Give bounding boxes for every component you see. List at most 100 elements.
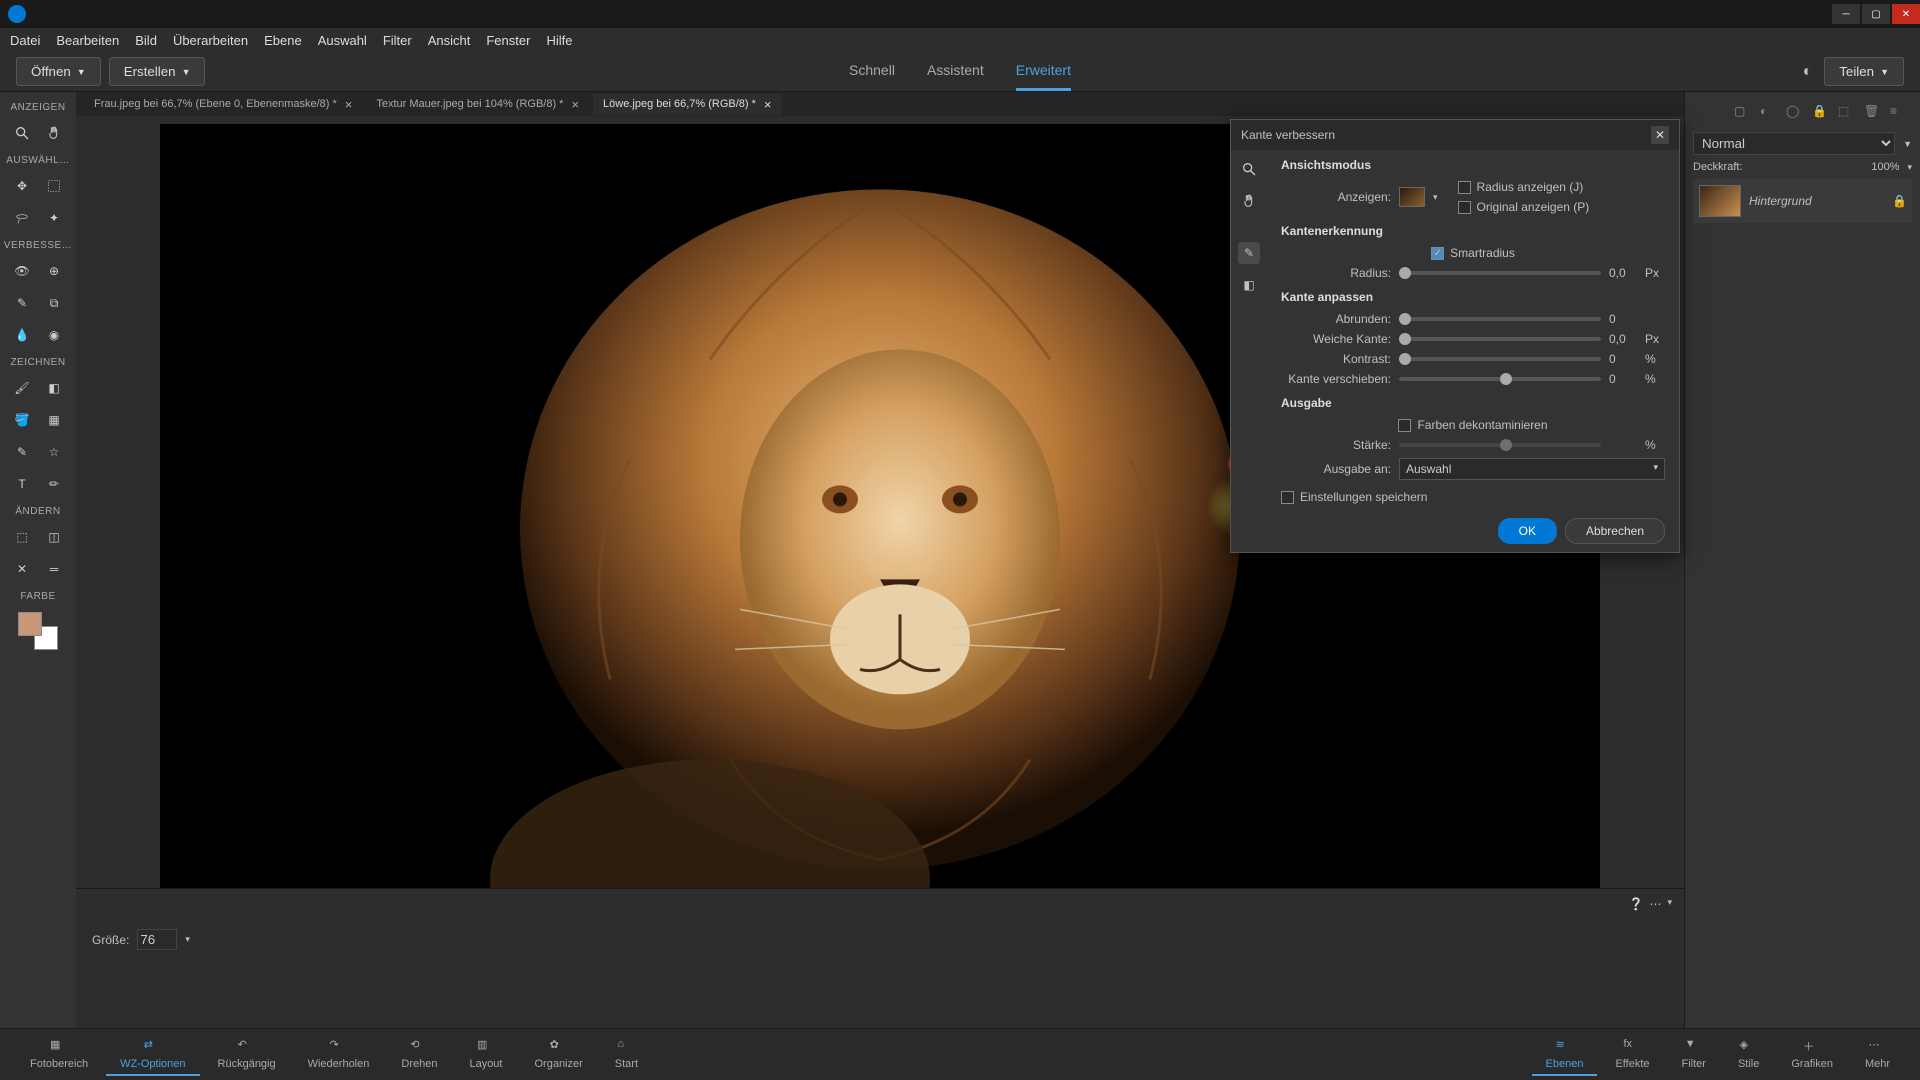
clone-tool[interactable]: ⧉: [40, 289, 68, 317]
spot-heal-tool[interactable]: ⊕: [40, 257, 68, 285]
close-icon[interactable]: ×: [571, 97, 579, 112]
menu-datei[interactable]: Datei: [10, 33, 40, 48]
recompose-tool[interactable]: ◫: [40, 523, 68, 551]
erase-refine-tool-icon[interactable]: ◧: [1238, 274, 1260, 296]
kontrast-slider[interactable]: [1399, 357, 1601, 361]
color-swatches[interactable]: [18, 612, 58, 650]
weiche-kante-slider[interactable]: [1399, 337, 1601, 341]
bb-start[interactable]: ⌂Start: [601, 1034, 652, 1076]
menu-fenster[interactable]: Fenster: [486, 33, 530, 48]
dialog-titlebar[interactable]: Kante verbessern ✕: [1231, 120, 1679, 150]
bb-effekte[interactable]: fxEffekte: [1601, 1034, 1663, 1076]
opacity-value[interactable]: 100%: [1871, 161, 1899, 173]
marquee-tool[interactable]: [40, 172, 68, 200]
close-icon[interactable]: ×: [345, 97, 353, 112]
straighten-tool[interactable]: ═: [40, 555, 68, 583]
bb-grafiken[interactable]: ＋Grafiken: [1777, 1034, 1847, 1076]
bb-filter[interactable]: ▼Filter: [1668, 1034, 1720, 1076]
refine-brush-tool-icon[interactable]: ✎: [1238, 242, 1260, 264]
mask-icon[interactable]: ◯: [1786, 104, 1804, 122]
red-eye-tool[interactable]: 👁: [8, 257, 36, 285]
help-icon[interactable]: ❔: [1629, 897, 1644, 911]
tab-erweitert[interactable]: Erweitert: [1016, 52, 1071, 91]
blend-mode-select[interactable]: Normal: [1693, 132, 1895, 155]
lock-icon[interactable]: 🔒: [1812, 104, 1830, 122]
maximize-button[interactable]: ▢: [1862, 4, 1890, 24]
doc-tab-1[interactable]: Textur Mauer.jpeg bei 104% (RGB/8) * ×: [366, 94, 589, 115]
sponge-tool[interactable]: ◉: [40, 321, 68, 349]
layer-row[interactable]: Hintergrund 🔒: [1693, 179, 1912, 223]
abrunden-value[interactable]: 0: [1609, 312, 1637, 326]
bb-wiederholen[interactable]: ↷Wiederholen: [294, 1034, 384, 1076]
bb-mehr[interactable]: ⋯Mehr: [1851, 1034, 1904, 1076]
eyedropper-tool[interactable]: ✎: [8, 438, 36, 466]
chevron-down-icon[interactable]: ▾: [1433, 192, 1438, 203]
foreground-color[interactable]: [18, 612, 42, 636]
chevron-down-icon[interactable]: ▾: [1907, 162, 1912, 173]
fx-icon[interactable]: ⬚: [1838, 104, 1856, 122]
close-icon[interactable]: ×: [764, 97, 772, 112]
kante-verschieben-value[interactable]: 0: [1609, 372, 1637, 386]
hand-tool-icon[interactable]: [1238, 190, 1260, 212]
magic-wand-tool[interactable]: ✦: [40, 204, 68, 232]
ausgabe-select[interactable]: Auswahl ▾: [1399, 458, 1665, 480]
gradient-tool[interactable]: ▦: [40, 406, 68, 434]
chevron-down-icon[interactable]: ▾: [1667, 897, 1672, 911]
size-input[interactable]: [137, 929, 177, 950]
menu-auswahl[interactable]: Auswahl: [318, 33, 367, 48]
cancel-button[interactable]: Abbrechen: [1565, 518, 1665, 544]
panel-menu-icon[interactable]: ≡: [1890, 104, 1908, 122]
bucket-tool[interactable]: 🪣: [8, 406, 36, 434]
zoom-tool[interactable]: [8, 119, 36, 147]
menu-bild[interactable]: Bild: [135, 33, 157, 48]
close-dialog-button[interactable]: ✕: [1651, 126, 1669, 144]
smartradius-checkbox[interactable]: ✓ Smartradius: [1431, 246, 1515, 260]
more-icon[interactable]: ⋯: [1649, 897, 1661, 911]
bb-wz-optionen[interactable]: ⇄WZ-Optionen: [106, 1034, 199, 1076]
radius-anzeigen-checkbox[interactable]: Radius anzeigen (J): [1458, 180, 1590, 194]
original-anzeigen-checkbox[interactable]: Original anzeigen (P): [1458, 200, 1590, 214]
share-button[interactable]: Teilen ▼: [1824, 57, 1904, 86]
kontrast-value[interactable]: 0: [1609, 352, 1637, 366]
kante-verschieben-slider[interactable]: [1399, 377, 1601, 381]
smart-brush-tool[interactable]: ✎: [8, 289, 36, 317]
blur-tool[interactable]: 💧: [8, 321, 36, 349]
tab-assistent[interactable]: Assistent: [927, 52, 984, 91]
bb-layout[interactable]: ▥Layout: [455, 1034, 516, 1076]
ok-button[interactable]: OK: [1498, 518, 1557, 544]
close-window-button[interactable]: ✕: [1892, 4, 1920, 24]
new-layer-icon[interactable]: ▢: [1734, 104, 1752, 122]
view-mode-thumbnail[interactable]: [1399, 187, 1425, 207]
theme-toggle-icon[interactable]: ◐: [1803, 63, 1813, 81]
lock-icon[interactable]: 🔒: [1892, 194, 1906, 208]
lasso-tool[interactable]: [8, 204, 36, 232]
doc-tab-0[interactable]: Frau.jpeg bei 66,7% (Ebene 0, Ebenenmask…: [84, 94, 362, 115]
bb-drehen[interactable]: ⟲Drehen: [387, 1034, 451, 1076]
weiche-kante-value[interactable]: 0,0: [1609, 332, 1637, 346]
radius-value[interactable]: 0,0: [1609, 266, 1637, 280]
tab-schnell[interactable]: Schnell: [849, 52, 895, 91]
bb-ebenen[interactable]: ≋Ebenen: [1532, 1034, 1598, 1076]
menu-ansicht[interactable]: Ansicht: [428, 33, 471, 48]
text-tool[interactable]: T: [8, 470, 36, 498]
menu-filter[interactable]: Filter: [383, 33, 412, 48]
content-move-tool[interactable]: ✕: [8, 555, 36, 583]
bb-fotobereich[interactable]: ▦Fotobereich: [16, 1034, 102, 1076]
brush-tool[interactable]: 🖌: [8, 374, 36, 402]
bb-stile[interactable]: ◈Stile: [1724, 1034, 1773, 1076]
radius-slider[interactable]: [1399, 271, 1601, 275]
eraser-tool[interactable]: ◧: [40, 374, 68, 402]
doc-tab-2[interactable]: Löwe.jpeg bei 66,7% (RGB/8) * ×: [593, 94, 781, 115]
crop-tool[interactable]: ⬚: [8, 523, 36, 551]
staerke-slider[interactable]: [1399, 443, 1601, 447]
menu-ebene[interactable]: Ebene: [264, 33, 302, 48]
speichern-checkbox[interactable]: Einstellungen speichern: [1281, 490, 1427, 504]
bb-rueckgaengig[interactable]: ↶Rückgängig: [204, 1034, 290, 1076]
shape-tool[interactable]: ☆: [40, 438, 68, 466]
menu-ueberarbeiten[interactable]: Überarbeiten: [173, 33, 248, 48]
menu-bearbeiten[interactable]: Bearbeiten: [56, 33, 119, 48]
dekontaminieren-checkbox[interactable]: Farben dekontaminieren: [1398, 418, 1547, 432]
open-button[interactable]: Öffnen ▼: [16, 57, 101, 86]
bb-organizer[interactable]: ✿Organizer: [520, 1034, 596, 1076]
pencil-tool[interactable]: ✏: [40, 470, 68, 498]
